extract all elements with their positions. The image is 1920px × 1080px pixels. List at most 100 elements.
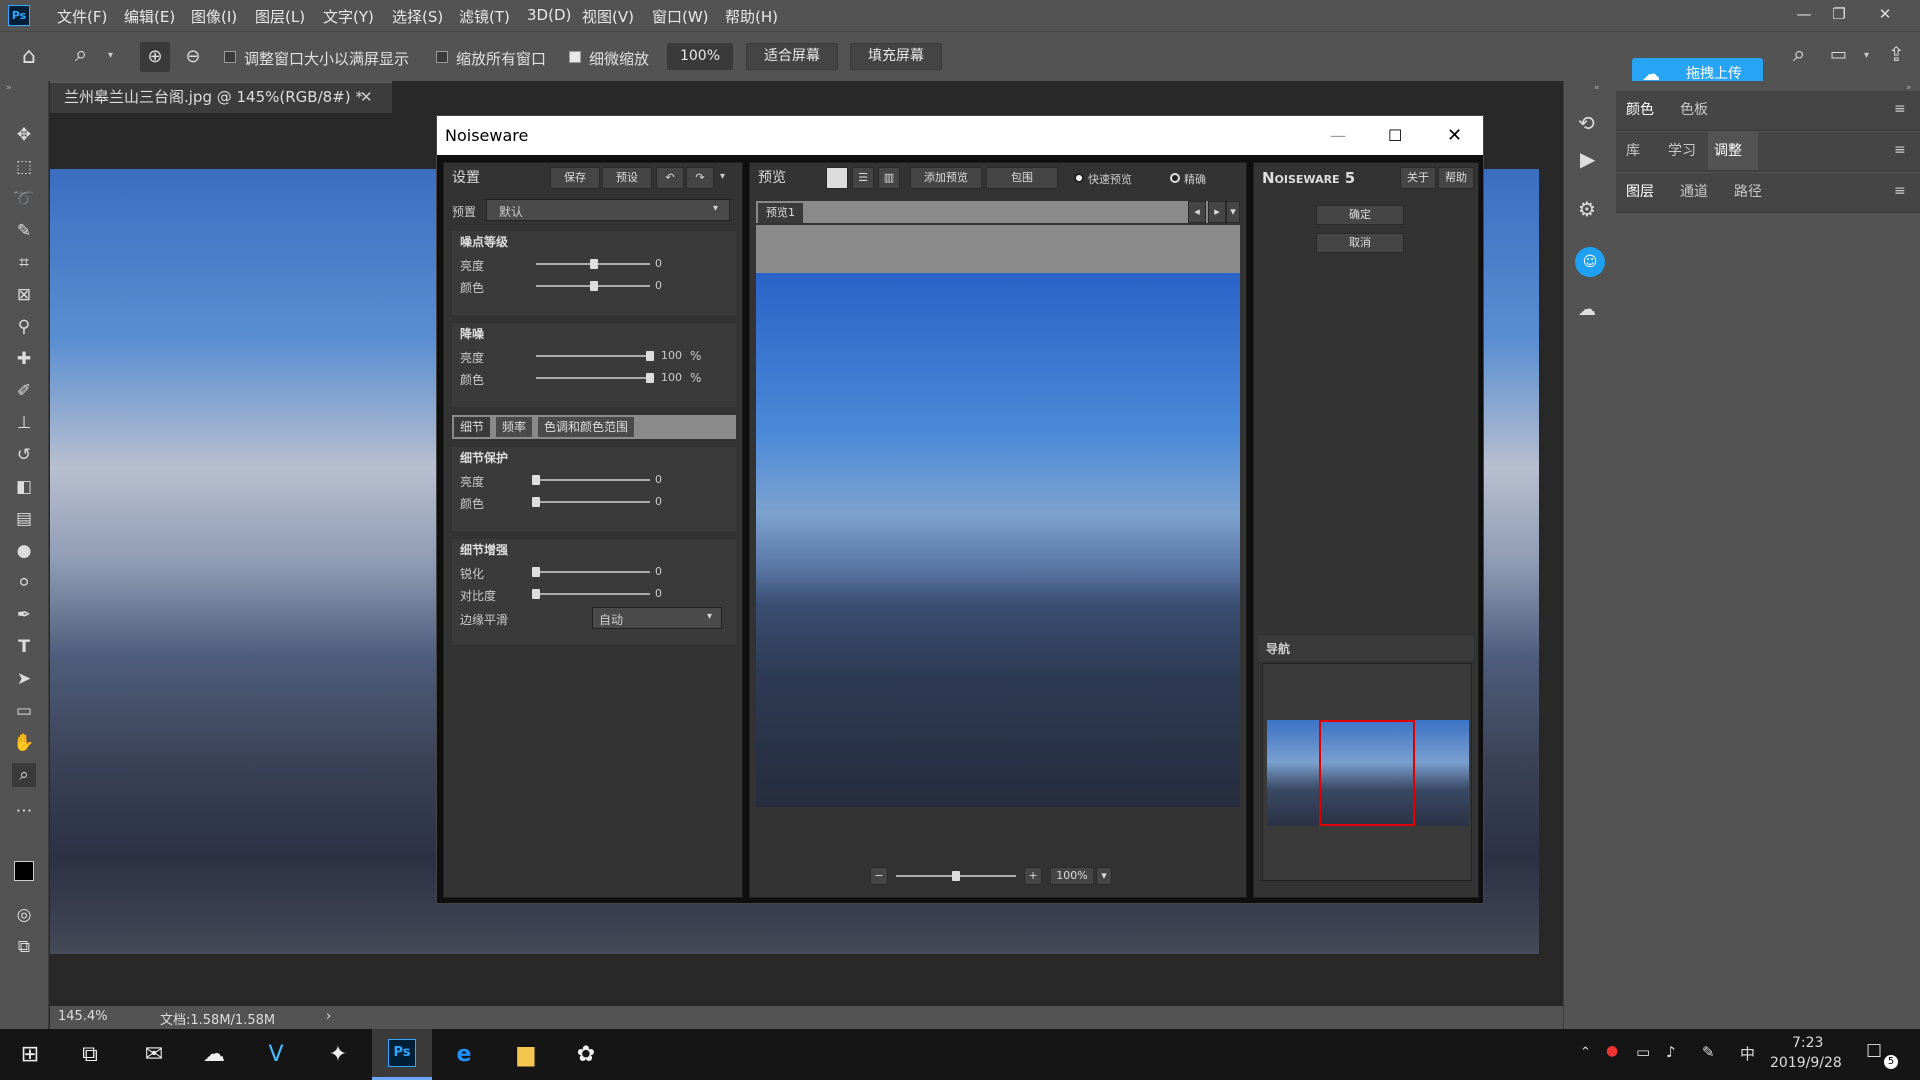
tab-preview-1[interactable]: 预览1 bbox=[758, 203, 803, 223]
pen-workspace-icon[interactable]: ✎ bbox=[1702, 1043, 1715, 1061]
foreground-color-swatch[interactable] bbox=[14, 861, 34, 881]
tab-menu-icon[interactable]: ▾ bbox=[1226, 201, 1240, 223]
menu-window[interactable]: 窗口(W) bbox=[652, 6, 709, 27]
panel-menu-icon[interactable]: ≡ bbox=[1894, 183, 1906, 199]
tab-color[interactable]: 颜色 bbox=[1626, 91, 1654, 129]
minimize-icon[interactable]: — bbox=[1787, 2, 1821, 28]
tab-adjustments[interactable]: 调整 bbox=[1708, 132, 1758, 170]
zoom-in-icon[interactable]: ⊕ bbox=[140, 42, 170, 72]
eyedropper-tool-icon[interactable]: ⚲ bbox=[12, 315, 36, 339]
zoom-tool-active-icon[interactable]: ⌕ bbox=[12, 763, 36, 787]
windows-start-icon[interactable]: ⊞ bbox=[12, 1037, 48, 1073]
save-button[interactable]: 保存 bbox=[550, 167, 600, 189]
tab-detail[interactable]: 细节 bbox=[454, 417, 491, 437]
menu-image[interactable]: 图像(I) bbox=[191, 6, 237, 27]
preview-image[interactable] bbox=[756, 273, 1240, 807]
tab-learn[interactable]: 学习 bbox=[1668, 132, 1696, 170]
strip-collapse-icon[interactable]: « bbox=[1594, 83, 1600, 93]
prev-tab-icon[interactable]: ◂ bbox=[1188, 201, 1206, 223]
vcode-icon[interactable]: V bbox=[258, 1037, 294, 1073]
document-tab[interactable]: 兰州皋兰山三台阁.jpg @ 145%(RGB/8#) * ✕ bbox=[50, 81, 392, 113]
edge-browser-icon[interactable]: e bbox=[446, 1037, 482, 1073]
panel-menu-icon[interactable]: ≡ bbox=[1894, 142, 1906, 158]
photoshop-taskbar-item[interactable]: Ps bbox=[372, 1029, 432, 1080]
pen-tool-icon[interactable]: ✒ bbox=[12, 603, 36, 627]
network-icon[interactable]: ▭ bbox=[1636, 1043, 1650, 1061]
tab-layers[interactable]: 图层 bbox=[1626, 173, 1654, 211]
add-preview-button[interactable]: 添加预览 bbox=[910, 167, 982, 189]
dialog-maximize-icon[interactable]: ☐ bbox=[1388, 116, 1402, 155]
search-icon[interactable]: ⌕ bbox=[1793, 42, 1805, 67]
frame-tool-icon[interactable]: ⊠ bbox=[12, 283, 36, 307]
undo-icon[interactable]: ↶ bbox=[656, 167, 684, 189]
baidu-netdisk-icon[interactable]: ☁ bbox=[196, 1037, 232, 1073]
collapse-icon[interactable]: » bbox=[6, 83, 12, 93]
hand-tool-icon[interactable]: ✋ bbox=[12, 731, 36, 755]
zoom-level[interactable]: 145.4% bbox=[58, 1009, 108, 1024]
preset-select[interactable]: 默认 ▾ bbox=[486, 199, 730, 221]
menu-file[interactable]: 文件(F) bbox=[57, 6, 107, 27]
zoom-tool-icon[interactable]: ⌕ bbox=[75, 42, 87, 67]
menu-select[interactable]: 选择(S) bbox=[392, 6, 443, 27]
zoom-in-button[interactable]: + bbox=[1024, 867, 1042, 885]
preview-zoom-value[interactable]: 100% bbox=[1050, 867, 1094, 885]
menu-filter[interactable]: 滤镜(T) bbox=[459, 6, 510, 27]
tab-swatches[interactable]: 色板 bbox=[1680, 91, 1708, 129]
tab-frequency[interactable]: 频率 bbox=[496, 417, 533, 437]
clock-date[interactable]: 2019/9/28 bbox=[1770, 1055, 1842, 1071]
fast-preview-radio[interactable] bbox=[1074, 173, 1084, 183]
stamp-tool-icon[interactable]: ⊥ bbox=[12, 411, 36, 435]
mail-icon[interactable]: ✉ bbox=[136, 1037, 172, 1073]
denoise-chroma-slider[interactable] bbox=[536, 377, 650, 379]
brush-tool-icon[interactable]: ✐ bbox=[12, 379, 36, 403]
slider-thumb[interactable] bbox=[952, 871, 960, 881]
dialog-close-icon[interactable]: ✕ bbox=[1447, 116, 1462, 155]
single-view-icon[interactable] bbox=[826, 167, 848, 189]
status-arrow-icon[interactable]: › bbox=[326, 1009, 331, 1024]
blur-tool-icon[interactable]: ● bbox=[12, 539, 36, 563]
history-brush-icon[interactable]: ↺ bbox=[12, 443, 36, 467]
clock-time[interactable]: 7:23 bbox=[1792, 1035, 1823, 1051]
gradient-tool-icon[interactable]: ▤ bbox=[12, 507, 36, 531]
screen-mode-icon[interactable]: ⧉ bbox=[12, 935, 36, 959]
ok-button[interactable]: 确定 bbox=[1316, 205, 1404, 225]
panel-menu-icon[interactable]: ≡ bbox=[1894, 101, 1906, 117]
settings-menu-icon[interactable]: ▾ bbox=[720, 171, 725, 182]
move-tool-icon[interactable]: ✥ bbox=[12, 123, 36, 147]
menu-3d[interactable]: 3D(D) bbox=[527, 6, 571, 24]
marquee-tool-icon[interactable]: ⬚ bbox=[12, 155, 36, 179]
tray-expand-icon[interactable]: ⌃ bbox=[1580, 1045, 1591, 1060]
cloud-doc-icon[interactable]: ☁ bbox=[1578, 299, 1596, 320]
tab-close-icon[interactable]: ✕ bbox=[360, 83, 373, 111]
rectangle-tool-icon[interactable]: ▭ bbox=[12, 699, 36, 723]
quick-select-tool-icon[interactable]: ✎ bbox=[12, 219, 36, 243]
tab-libraries[interactable]: 库 bbox=[1626, 132, 1640, 170]
menu-edit[interactable]: 编辑(E) bbox=[124, 6, 175, 27]
slider-thumb[interactable] bbox=[532, 589, 540, 599]
edge-smooth-select[interactable]: 自动 ▾ bbox=[592, 607, 722, 629]
fit-screen-button[interactable]: 适合屏幕 bbox=[746, 43, 838, 70]
chevron-down-icon[interactable]: ▾ bbox=[108, 50, 113, 61]
type-tool-icon[interactable]: T bbox=[12, 635, 36, 659]
menu-layer[interactable]: 图层(L) bbox=[255, 6, 305, 27]
resize-windows-checkbox[interactable] bbox=[224, 51, 236, 63]
eraser-tool-icon[interactable]: ◧ bbox=[12, 475, 36, 499]
cancel-button[interactable]: 取消 bbox=[1316, 233, 1404, 253]
slider-thumb[interactable] bbox=[532, 475, 540, 485]
quick-mask-icon[interactable]: ◎ bbox=[12, 903, 36, 927]
workspace-icon[interactable]: ▭ bbox=[1830, 44, 1847, 65]
slider-thumb[interactable] bbox=[532, 567, 540, 577]
zoom-all-checkbox[interactable] bbox=[436, 51, 448, 63]
tab-tone-color-range[interactable]: 色调和颜色范围 bbox=[538, 417, 635, 437]
healing-tool-icon[interactable]: ✚ bbox=[12, 347, 36, 371]
volume-icon[interactable]: ♪ bbox=[1666, 1043, 1676, 1061]
tab-paths[interactable]: 路径 bbox=[1734, 173, 1762, 211]
ime-indicator[interactable]: 中 bbox=[1740, 1043, 1755, 1064]
dodge-tool-icon[interactable]: ⚪ bbox=[12, 571, 36, 595]
navigator-viewport-box[interactable] bbox=[1319, 720, 1415, 826]
split-h-view-icon[interactable]: ☰ bbox=[852, 167, 874, 189]
dialog-minimize-icon[interactable]: — bbox=[1330, 116, 1346, 155]
about-button[interactable]: 关于 bbox=[1400, 167, 1436, 189]
zoom-value-field[interactable]: 100% bbox=[667, 43, 733, 70]
accurate-radio[interactable] bbox=[1170, 173, 1180, 183]
